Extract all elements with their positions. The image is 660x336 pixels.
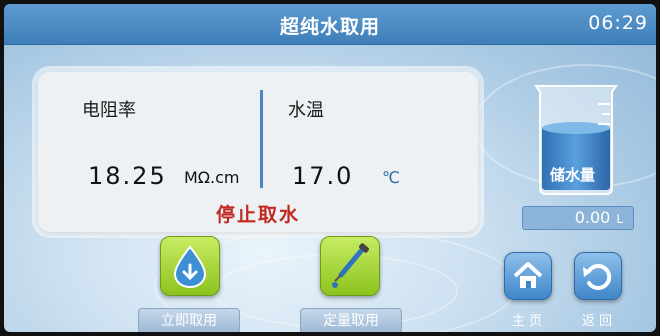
quantitative-dispense-label[interactable]: 定量取用 (300, 308, 402, 332)
temperature-unit: ℃ (382, 168, 400, 187)
tank-level-value: 0.00 (574, 208, 611, 227)
device-screen: 超纯水取用 06:29 电阻率 18.25 MΩ.cm 水温 17.0 ℃ 停止… (4, 4, 656, 332)
resistivity-label: 电阻率 (82, 100, 136, 121)
tank-label: 储水量 (550, 166, 596, 184)
home-label[interactable]: 主 页 (500, 310, 554, 329)
temperature-label: 水温 (288, 100, 324, 121)
back-button[interactable] (574, 252, 622, 300)
tank-level-display: 0.00 L (522, 206, 634, 230)
tank-beaker-icon: 储水量 (528, 80, 624, 196)
temperature-value: 17.0 (292, 162, 354, 190)
home-icon (513, 262, 543, 288)
back-label[interactable]: 返 回 (570, 310, 624, 329)
clock: 06:29 (588, 12, 648, 34)
page-title: 超纯水取用 (279, 16, 380, 38)
resistivity-value: 18.25 (88, 162, 167, 190)
status-text: 停止取水 (215, 204, 300, 226)
pipette-icon (332, 243, 369, 288)
readings-panel: 电阻率 18.25 MΩ.cm 水温 17.0 ℃ 停止取水 (38, 72, 478, 232)
tank-level-unit: L (616, 212, 623, 226)
back-arrow-icon (583, 264, 612, 290)
dispense-now-label[interactable]: 立即取用 (138, 308, 240, 332)
quantitative-dispense-button[interactable] (320, 236, 380, 296)
title-bar: 超纯水取用 06:29 (4, 4, 656, 45)
home-button[interactable] (504, 252, 552, 300)
water-drop-icon (173, 245, 207, 289)
dispense-now-button[interactable] (160, 236, 220, 296)
resistivity-unit: MΩ.cm (184, 168, 240, 187)
panel-divider (260, 90, 263, 188)
